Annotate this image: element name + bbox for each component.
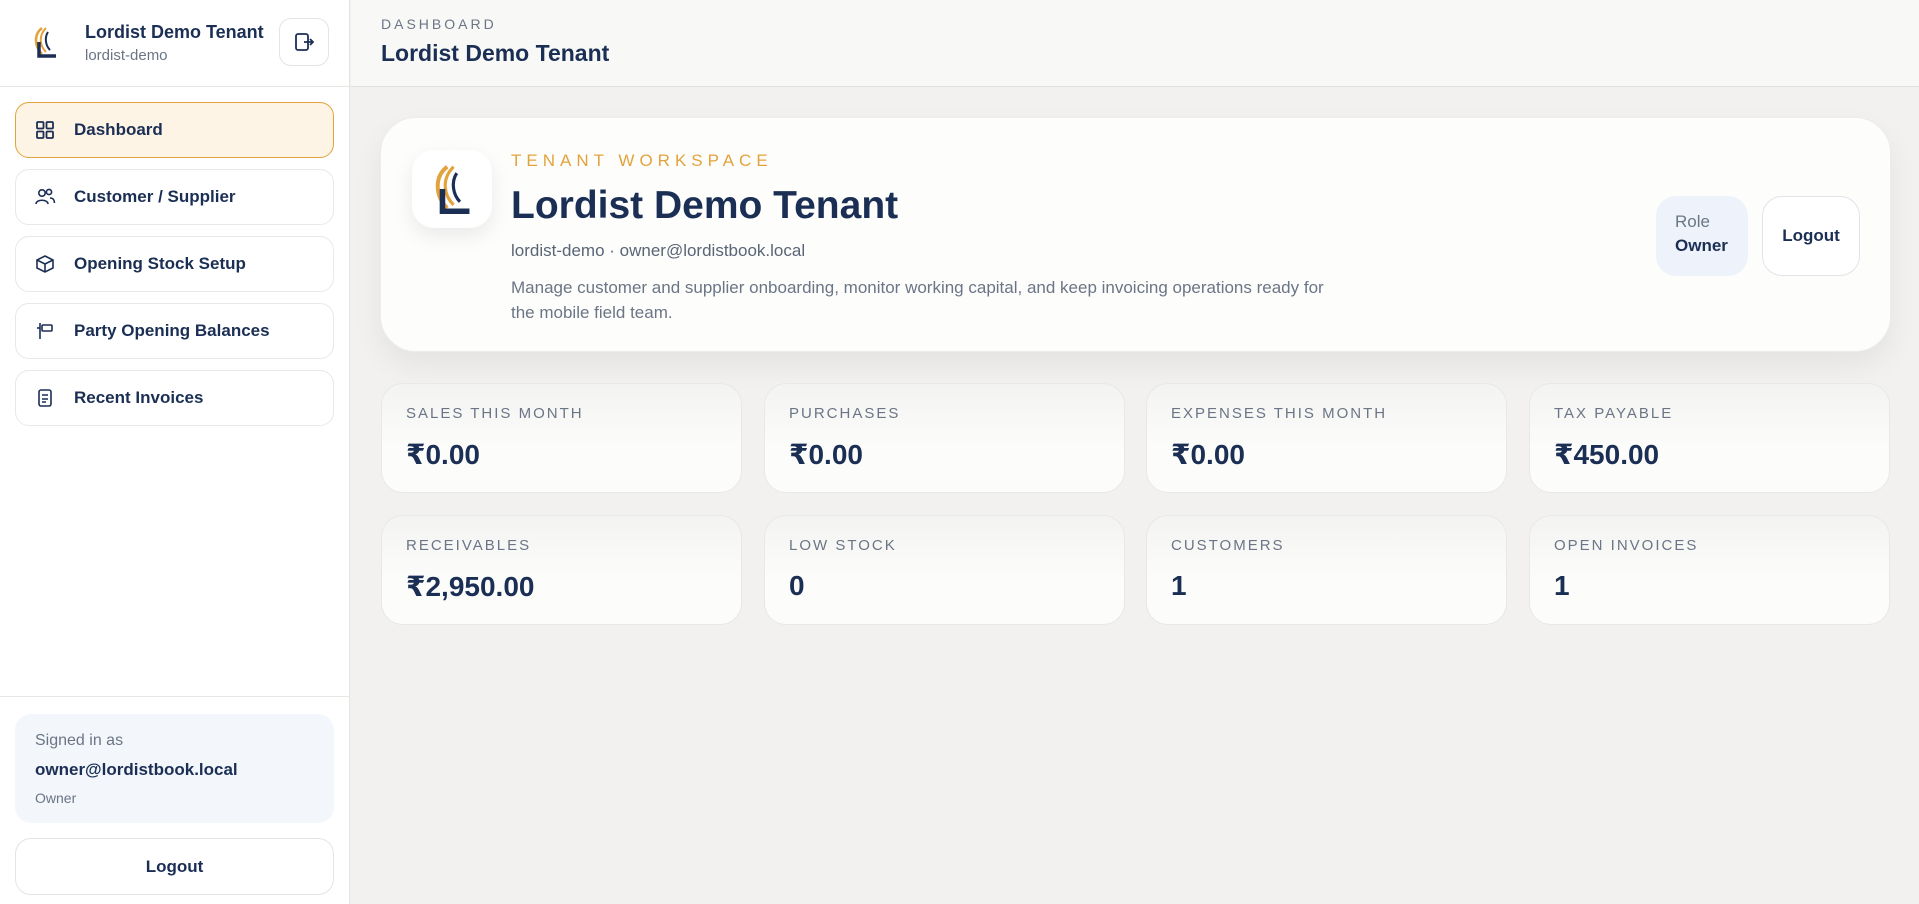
- stat-value: 1: [1554, 570, 1570, 601]
- top-bar: DASHBOARD Lordist Demo Tenant: [351, 0, 1919, 87]
- sidebar: Lordist Demo Tenant lordist-demo Dashboa…: [0, 0, 350, 904]
- tenant-name: Lordist Demo Tenant: [85, 22, 264, 42]
- stat-card-purchases: PURCHASES ₹0.00: [764, 383, 1125, 493]
- stat-card-sales: SALES THIS MONTH ₹0.00: [381, 383, 742, 493]
- sidebar-item-label: Opening Stock Setup: [74, 254, 246, 273]
- stat-value: ₹0.00: [789, 439, 863, 470]
- page-title: Lordist Demo Tenant: [381, 40, 610, 66]
- stat-label: CUSTOMERS: [1171, 537, 1285, 554]
- tenant-workspace-card: TENANT WORKSPACE Lordist Demo Tenant lor…: [380, 117, 1891, 352]
- tenant-logo: [22, 19, 68, 65]
- grid-icon: [34, 119, 56, 141]
- stat-value: ₹2,950.00: [406, 571, 535, 602]
- exit-icon: [295, 33, 315, 51]
- sidebar-item-label: Dashboard: [74, 120, 163, 139]
- hero-meta: lordist-demo · owner@lordistbook.local: [511, 241, 806, 260]
- collapse-sidebar-button[interactable]: [279, 18, 329, 66]
- sidebar-item-label: Customer / Supplier: [74, 187, 236, 206]
- signed-in-card: Signed in as owner@lordistbook.local Own…: [15, 714, 334, 823]
- stat-label: TAX PAYABLE: [1554, 405, 1674, 422]
- tenant-slug: lordist-demo: [85, 47, 168, 64]
- sidebar-item-customer-supplier[interactable]: Customer / Supplier: [15, 169, 334, 225]
- sidebar-item-party-opening-balances[interactable]: Party Opening Balances: [15, 303, 334, 359]
- sidebar-item-dashboard[interactable]: Dashboard: [15, 102, 334, 158]
- stat-label: SALES THIS MONTH: [406, 405, 584, 422]
- stat-label: OPEN INVOICES: [1554, 537, 1699, 554]
- stat-card-customers: CUSTOMERS 1: [1146, 515, 1507, 625]
- stat-card-tax-payable: TAX PAYABLE ₹450.00: [1529, 383, 1890, 493]
- hero-description: Manage customer and supplier onboarding,…: [511, 278, 1324, 322]
- stat-value: ₹0.00: [1171, 439, 1245, 470]
- stat-value: 0: [789, 570, 805, 601]
- sidebar-item-label: Party Opening Balances: [74, 321, 270, 340]
- stat-value: 1: [1171, 570, 1187, 601]
- sidebar-header: Lordist Demo Tenant lordist-demo: [0, 0, 349, 87]
- sidebar-item-label: Recent Invoices: [74, 388, 204, 407]
- sidebar-nav: Dashboard Customer / Supplier Opening St…: [15, 102, 334, 437]
- stat-label: EXPENSES THIS MONTH: [1171, 405, 1388, 422]
- signed-in-email: owner@lordistbook.local: [35, 760, 238, 779]
- sidebar-footer: Signed in as owner@lordistbook.local Own…: [0, 696, 350, 904]
- hero-title: Lordist Demo Tenant: [511, 184, 899, 227]
- stat-label: LOW STOCK: [789, 537, 897, 554]
- hero-logout-button[interactable]: Logout: [1762, 196, 1860, 276]
- signed-in-label: Signed in as: [35, 732, 124, 749]
- sidebar-item-opening-stock[interactable]: Opening Stock Setup: [15, 236, 334, 292]
- signed-in-role: Owner: [35, 790, 77, 806]
- role-label: Role: [1675, 212, 1710, 231]
- hero-eyebrow: TENANT WORKSPACE: [511, 151, 773, 170]
- stat-label: RECEIVABLES: [406, 537, 532, 554]
- stat-label: PURCHASES: [789, 405, 901, 422]
- role-value: Owner: [1675, 236, 1728, 255]
- stat-card-open-invoices: OPEN INVOICES 1: [1529, 515, 1890, 625]
- signpost-icon: [34, 320, 56, 342]
- stat-value: ₹450.00: [1554, 439, 1660, 470]
- sidebar-logout-button[interactable]: Logout: [15, 838, 334, 895]
- stat-card-receivables: RECEIVABLES ₹2,950.00: [381, 515, 742, 625]
- box-icon: [34, 253, 56, 275]
- users-icon: [34, 186, 56, 208]
- sidebar-item-recent-invoices[interactable]: Recent Invoices: [15, 370, 334, 426]
- tenant-logo-large: [412, 150, 492, 228]
- receipt-icon: [34, 387, 56, 409]
- role-badge: Role Owner: [1656, 196, 1748, 276]
- stat-value: ₹0.00: [406, 439, 480, 470]
- stat-card-low-stock: LOW STOCK 0: [764, 515, 1125, 625]
- stat-card-expenses: EXPENSES THIS MONTH ₹0.00: [1146, 383, 1507, 493]
- page-eyebrow: DASHBOARD: [381, 16, 497, 32]
